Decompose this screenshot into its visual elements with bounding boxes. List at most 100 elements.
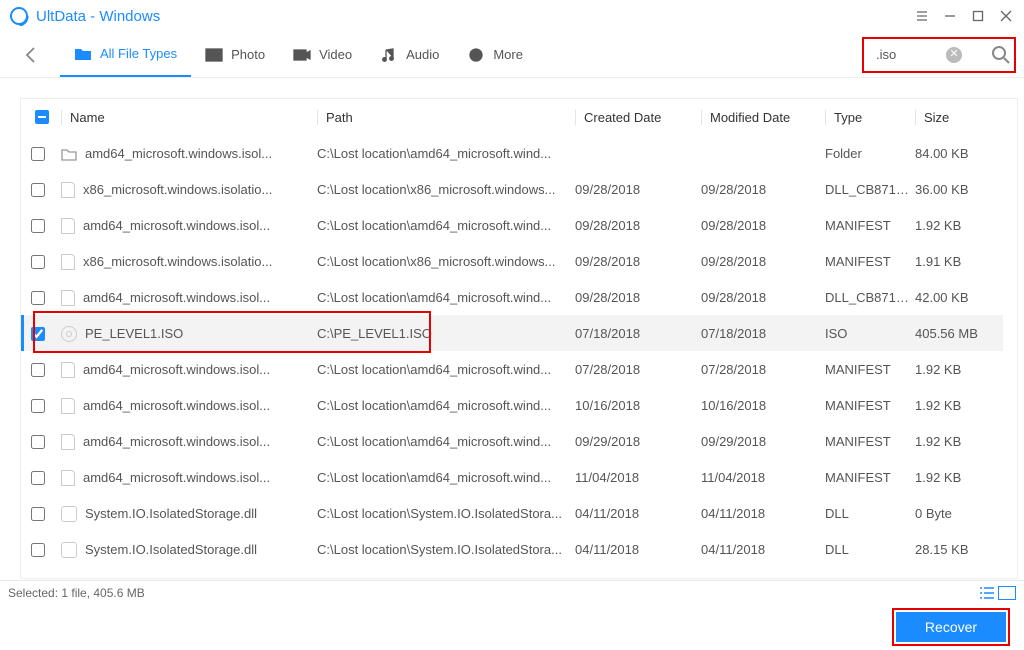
row-checkbox[interactable] xyxy=(31,291,45,305)
table-row[interactable]: amd64_microsoft.windows.isol... C:\Lost l… xyxy=(21,423,1003,459)
table-row[interactable]: amd64_microsoft.windows.isol...C:\Lost l… xyxy=(21,207,1003,243)
row-checkbox[interactable] xyxy=(31,255,45,269)
row-name: amd64_microsoft.windows.isol... xyxy=(85,146,272,161)
row-modified: 09/28/2018 xyxy=(701,182,825,197)
table-row[interactable]: x86_microsoft.windows.isolatio...C:\Lost… xyxy=(21,171,1003,207)
table-row[interactable]: System.IO.IsolatedStorage.dllC:\Lost loc… xyxy=(21,531,1003,567)
row-name: System.IO.IsolatedStorage.dll xyxy=(85,542,257,557)
video-icon xyxy=(293,47,311,63)
row-modified: 07/28/2018 xyxy=(701,362,825,377)
row-created: 10/16/2018 xyxy=(575,398,701,413)
maximize-button[interactable] xyxy=(964,4,992,28)
bottom-bar: Recover xyxy=(0,604,1024,650)
col-path[interactable]: Path xyxy=(317,110,575,125)
col-size[interactable]: Size xyxy=(915,110,993,125)
table-row[interactable]: x86_microsoft.windows.isolatio...C:\Lost… xyxy=(21,243,1003,279)
photo-icon xyxy=(205,47,223,63)
col-name[interactable]: Name xyxy=(61,110,317,125)
row-size: 1.92 KB xyxy=(915,470,993,485)
grid-view-icon[interactable] xyxy=(998,586,1016,600)
row-checkbox[interactable] xyxy=(31,363,45,377)
row-size: 1.92 KB xyxy=(915,398,993,413)
row-path: C:\Lost location\amd64_microsoft.wind... xyxy=(317,218,575,233)
row-modified: 07/18/2018 xyxy=(701,326,825,341)
tab-more[interactable]: More xyxy=(453,33,537,77)
disc-icon xyxy=(61,326,77,342)
file-icon xyxy=(61,362,75,378)
row-path: C:\Lost location\amd64_microsoft.wind... xyxy=(317,434,575,449)
dll-icon xyxy=(61,542,77,558)
row-size: 84.00 KB xyxy=(915,146,993,161)
row-checkbox[interactable] xyxy=(31,543,45,557)
app-logo-icon xyxy=(10,7,28,25)
tab-photo[interactable]: Photo xyxy=(191,33,279,77)
tab-all-file-types[interactable]: All File Types xyxy=(60,33,191,77)
toolbar: All File Types Photo Video Audio More ✕ xyxy=(0,32,1024,78)
row-checkbox[interactable] xyxy=(31,435,45,449)
search-icon[interactable] xyxy=(990,44,1012,66)
row-modified: 09/28/2018 xyxy=(701,290,825,305)
row-checkbox[interactable] xyxy=(31,219,45,233)
file-icon xyxy=(61,470,75,486)
folder-icon xyxy=(74,46,92,62)
row-created: 09/28/2018 xyxy=(575,254,701,269)
row-type: DLL_CB87188C xyxy=(825,182,915,197)
file-icon xyxy=(61,254,75,270)
back-button[interactable] xyxy=(20,44,42,66)
header-checkbox[interactable] xyxy=(35,110,49,124)
window-title: UltData - Windows xyxy=(36,8,160,25)
row-name: System.IO.IsolatedStorage.dll xyxy=(85,506,257,521)
row-modified: 09/28/2018 xyxy=(701,254,825,269)
tab-video[interactable]: Video xyxy=(279,33,366,77)
table-row[interactable]: amd64_microsoft.windows.isol...C:\Lost l… xyxy=(21,279,1003,315)
close-button[interactable] xyxy=(992,4,1020,28)
tab-label: Video xyxy=(319,47,352,62)
row-checkbox[interactable] xyxy=(31,399,45,413)
col-modified[interactable]: Modified Date xyxy=(701,110,825,125)
col-created[interactable]: Created Date xyxy=(575,110,701,125)
table-row[interactable]: System.IO.IsolatedStorage.dllC:\Lost loc… xyxy=(21,495,1003,531)
row-path: C:\Lost location\amd64_microsoft.wind... xyxy=(317,398,575,413)
row-path: C:\Lost location\x86_microsoft.windows..… xyxy=(317,254,575,269)
hamburger-icon[interactable] xyxy=(908,4,936,28)
row-checkbox[interactable] xyxy=(31,507,45,521)
row-modified: 04/11/2018 xyxy=(701,542,825,557)
row-modified: 10/16/2018 xyxy=(701,398,825,413)
list-view-icon[interactable] xyxy=(978,586,996,600)
row-name: amd64_microsoft.windows.isol... xyxy=(83,398,270,413)
table-row[interactable]: amd64_microsoft.windows.isol... C:\Lost l… xyxy=(21,387,1003,423)
recover-highlight-box: Recover xyxy=(892,608,1010,646)
row-created: 09/28/2018 xyxy=(575,218,701,233)
row-checkbox[interactable] xyxy=(31,327,45,341)
row-path: C:\Lost location\amd64_microsoft.wind... xyxy=(317,146,575,161)
row-checkbox[interactable] xyxy=(31,147,45,161)
row-created: 09/28/2018 xyxy=(575,182,701,197)
row-type: ISO xyxy=(825,326,915,341)
row-path: C:\Lost location\x86_microsoft.windows..… xyxy=(317,182,575,197)
row-checkbox[interactable] xyxy=(31,183,45,197)
search-highlight-box: ✕ xyxy=(862,37,1016,73)
dll-icon xyxy=(61,506,77,522)
recover-button[interactable]: Recover xyxy=(896,612,1006,642)
row-created: 04/11/2018 xyxy=(575,506,701,521)
row-path: C:\Lost location\amd64_microsoft.wind... xyxy=(317,290,575,305)
row-size: 42.00 KB xyxy=(915,290,993,305)
tab-audio[interactable]: Audio xyxy=(366,33,453,77)
row-name: amd64_microsoft.windows.isol... xyxy=(83,434,270,449)
row-type: MANIFEST xyxy=(825,254,915,269)
table-row[interactable]: amd64_microsoft.windows.isol... C:\Lost l… xyxy=(21,135,1003,171)
table-row[interactable]: amd64_microsoft.windows.isol...C:\Lost l… xyxy=(21,351,1003,387)
row-created: 09/29/2018 xyxy=(575,434,701,449)
row-size: 1.92 KB xyxy=(915,434,993,449)
table-row[interactable]: amd64_microsoft.windows.isol...C:\Lost l… xyxy=(21,459,1003,495)
row-type: DLL xyxy=(825,506,915,521)
row-checkbox[interactable] xyxy=(31,471,45,485)
table-row[interactable]: PE_LEVEL1.ISOC:\PE_LEVEL1.ISO07/18/20180… xyxy=(21,315,1003,351)
clear-search-icon[interactable]: ✕ xyxy=(946,47,962,63)
col-type[interactable]: Type xyxy=(825,110,915,125)
row-name: amd64_microsoft.windows.isol... xyxy=(83,362,270,377)
minimize-button[interactable] xyxy=(936,4,964,28)
search-input[interactable] xyxy=(876,47,946,62)
file-icon xyxy=(61,218,75,234)
row-size: 1.92 KB xyxy=(915,218,993,233)
